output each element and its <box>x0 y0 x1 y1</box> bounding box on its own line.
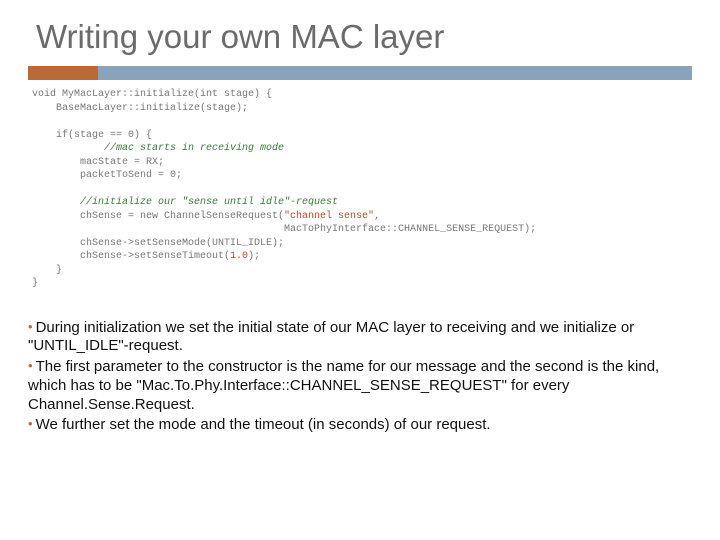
bullet-text: The first parameter to the constructor i… <box>28 358 659 413</box>
code-line: packetToSend = 0; <box>32 170 182 181</box>
code-line: } <box>32 278 38 289</box>
bullet-text: During initialization we set the initial… <box>28 319 634 355</box>
code-comment: //mac starts in receiving mode <box>32 143 284 154</box>
bullet-item: •The first parameter to the constructor … <box>28 358 692 414</box>
code-line: void MyMacLayer::initialize(int stage) { <box>32 89 272 100</box>
page-title: Writing your own MAC layer <box>36 18 692 56</box>
code-line: ); <box>248 251 260 262</box>
accent-bar <box>28 66 98 80</box>
code-line: chSense = new ChannelSenseRequest( <box>32 211 284 222</box>
bullet-icon: • <box>28 416 36 431</box>
code-line: } <box>32 265 62 276</box>
code-block: void MyMacLayer::initialize(int stage) {… <box>32 88 692 291</box>
bullet-icon: • <box>28 358 36 373</box>
code-line: chSense->setSenseMode(UNTIL_IDLE); <box>32 238 284 249</box>
body-text: •During initialization we set the initia… <box>28 319 692 436</box>
code-comment: //initialize our "sense until idle"-requ… <box>32 197 338 208</box>
code-line: , <box>374 211 380 222</box>
code-line <box>32 116 38 127</box>
rest-bar <box>98 66 692 80</box>
code-line: MacToPhyInterface::CHANNEL_SENSE_REQUEST… <box>32 224 536 235</box>
code-string: "channel sense" <box>284 211 374 222</box>
code-line <box>32 184 38 195</box>
bullet-item: •We further set the mode and the timeout… <box>28 416 692 435</box>
code-line: if(stage == 0) { <box>32 130 152 141</box>
code-line: chSense->setSenseTimeout( <box>32 251 230 262</box>
slide: Writing your own MAC layer void MyMacLay… <box>0 0 720 540</box>
title-underline <box>28 66 692 80</box>
code-line: macState = RX; <box>32 157 164 168</box>
bullet-text: We further set the mode and the timeout … <box>36 416 491 433</box>
bullet-icon: • <box>28 319 36 334</box>
code-number: 1.0 <box>230 251 248 262</box>
bullet-item: •During initialization we set the initia… <box>28 319 692 357</box>
code-line: BaseMacLayer::initialize(stage); <box>32 103 248 114</box>
